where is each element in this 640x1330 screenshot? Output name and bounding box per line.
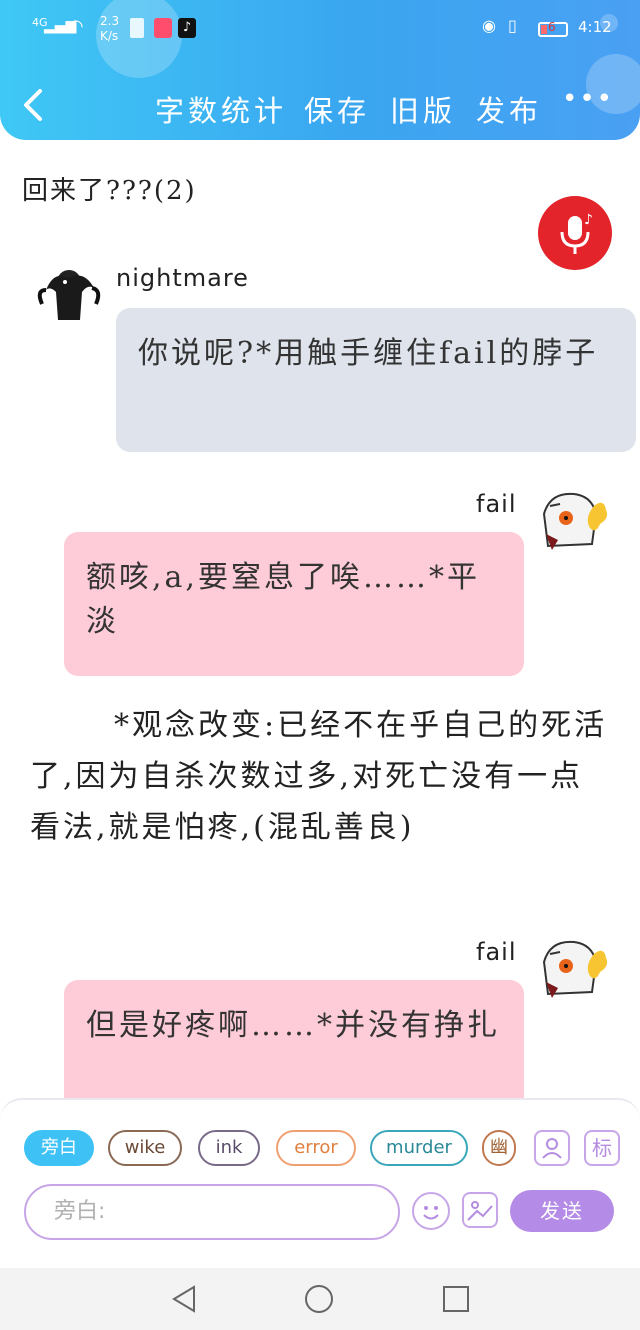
narration-text[interactable]: *观念改变:已经不在乎自己的死活了,因为自杀次数过多,对死亡没有一点看法,就是怕…: [30, 700, 615, 853]
tag-button[interactable]: 标: [584, 1130, 620, 1166]
tiktok-icon: ♪: [178, 18, 196, 38]
speaker-name: fail: [476, 490, 517, 518]
more-button[interactable]: •••: [562, 84, 614, 114]
tag-icon: 标: [592, 1136, 612, 1160]
role-chip-narrator[interactable]: 旁白: [24, 1130, 94, 1166]
contact-card-icon: [542, 1138, 562, 1159]
more-dots-icon: •••: [562, 84, 615, 114]
message-input[interactable]: 旁白:: [24, 1184, 400, 1240]
avatar-fail[interactable]: [536, 484, 610, 558]
send-button[interactable]: 发送: [510, 1190, 614, 1232]
back-button[interactable]: [20, 88, 48, 128]
nav-back-icon[interactable]: [170, 1284, 198, 1314]
battery-label: 6: [548, 20, 556, 34]
avatar-nightmare[interactable]: [32, 260, 106, 334]
fail-avatar-image: [536, 484, 610, 558]
role-chip-ink[interactable]: ink: [198, 1130, 260, 1166]
old-version-button[interactable]: 旧版: [390, 88, 456, 130]
story-title[interactable]: 回来了???(2): [22, 170, 197, 207]
word-count-button[interactable]: 字数统计: [155, 88, 287, 130]
role-chip-partial[interactable]: 幽: [482, 1130, 516, 1166]
role-chip-murder[interactable]: murder: [370, 1130, 468, 1166]
app-notification-icon: [130, 18, 144, 38]
publish-button[interactable]: 发布: [476, 88, 542, 130]
composer-panel: 旁白 wike ink error murder 幽 标 旁白: 发送: [0, 1098, 640, 1270]
clock: 4:12: [578, 18, 612, 36]
save-button[interactable]: 保存: [304, 88, 370, 130]
hd-call-icon: ◉: [482, 16, 496, 35]
nightmare-avatar-image: [37, 270, 101, 320]
message-bubble[interactable]: 额咳,a,要窒息了唉……*平淡: [64, 532, 524, 676]
smiley-icon: [423, 1206, 439, 1220]
wifi-icon: ◠: [68, 16, 84, 37]
vibrate-icon: ▯: [508, 16, 517, 35]
microphone-icon: ♪: [560, 212, 593, 254]
top-header: 4G ▂▄▆ ◠ 2.3 K/s ♪ ◉ ▯ 6 4:12 字数统计 保存 旧版 …: [0, 0, 640, 140]
fail-avatar-image: [536, 932, 610, 1006]
speed-value: 2.3: [100, 14, 120, 28]
role-chip-wike[interactable]: wike: [108, 1130, 182, 1166]
svg-text:♪: ♪: [584, 212, 593, 228]
speaker-name: fail: [476, 938, 517, 966]
nav-home-icon[interactable]: [304, 1284, 334, 1314]
image-icon: [467, 1201, 493, 1221]
chevron-left-icon: [24, 89, 42, 121]
speaker-name: nightmare: [116, 264, 249, 292]
speed-unit: K/s: [100, 29, 119, 43]
story-content: 回来了???(2) ♪ nightmare 你说呢?*用触手缠住fail的脖子 …: [0, 140, 640, 1100]
system-nav-bar: [0, 1268, 640, 1330]
message-bubble[interactable]: 你说呢?*用触手缠住fail的脖子: [116, 308, 636, 452]
nav-recent-icon[interactable]: [442, 1285, 470, 1313]
network-speed: 2.3 K/s: [100, 14, 130, 44]
app-notification-icon: [154, 18, 172, 38]
voice-input-button[interactable]: ♪: [538, 196, 612, 270]
role-chip-error[interactable]: error: [276, 1130, 356, 1166]
emoji-button[interactable]: [412, 1192, 450, 1230]
contact-card-button[interactable]: [534, 1130, 570, 1166]
message-bubble[interactable]: 但是好疼啊……*并没有挣扎: [64, 980, 524, 1100]
avatar-fail[interactable]: [536, 932, 610, 1006]
image-button[interactable]: [462, 1192, 498, 1228]
